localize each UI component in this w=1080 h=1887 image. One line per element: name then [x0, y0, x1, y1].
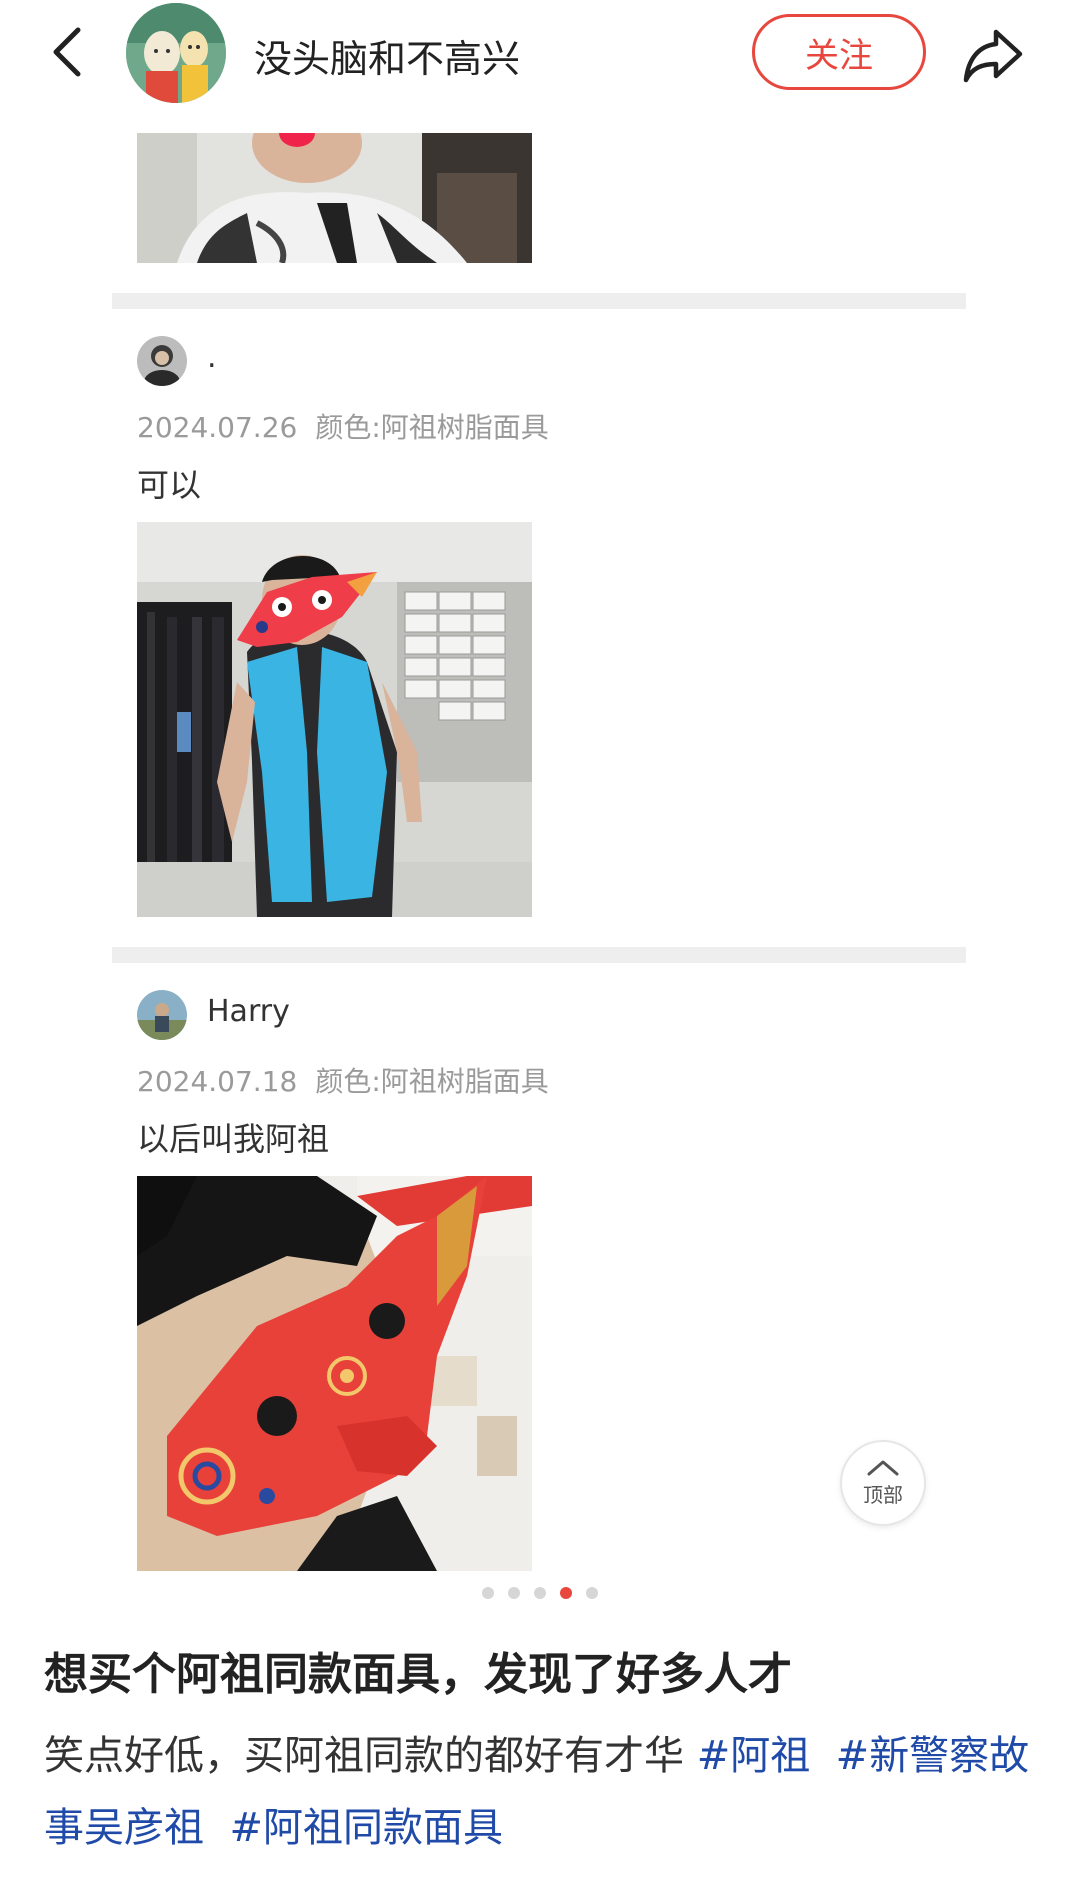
review-meta: 2024.07.26 颜色:阿祖树脂面具 [137, 406, 549, 446]
review-spec: 颜色:阿祖树脂面具 [315, 411, 549, 444]
review-divider [112, 947, 966, 963]
review-text: 可以 [137, 466, 202, 504]
carousel-dot-active[interactable] [560, 1587, 572, 1599]
author-name[interactable]: 没头脑和不高兴 [254, 28, 520, 83]
back-to-top-label: 顶部 [863, 1482, 903, 1507]
chevron-up-icon [867, 1460, 899, 1475]
review-meta: 2024.07.18 颜色:阿祖树脂面具 [137, 1060, 549, 1100]
top-bar: 没头脑和不高兴 关注 [0, 0, 1080, 110]
share-icon[interactable] [958, 20, 1028, 90]
review-date: 2024.07.26 [137, 411, 298, 444]
post-body-text: 笑点好低，买阿祖同款的都好有才华 [44, 1733, 684, 1779]
image-carousel[interactable]: . 2024.07.26 颜色:阿祖树脂面具 可以 Harry 2024.07.… [0, 110, 1080, 1600]
carousel-dot[interactable] [586, 1587, 598, 1599]
review-divider [112, 293, 966, 309]
reviewer-name: Harry [207, 994, 290, 1029]
review-spec: 颜色:阿祖树脂面具 [315, 1065, 549, 1098]
carousel-dot[interactable] [508, 1587, 520, 1599]
review-text: 以后叫我阿祖 [137, 1120, 330, 1158]
review-photo-1[interactable] [137, 133, 532, 263]
hashtag[interactable]: #阿祖同款面具 [229, 1805, 503, 1851]
review-photo-2[interactable] [137, 522, 532, 917]
follow-button[interactable]: 关注 [752, 14, 926, 90]
reviewer-avatar[interactable] [137, 990, 187, 1040]
post-title: 想买个阿祖同款面具，发现了好多人才 [44, 1649, 792, 1700]
reviewer-name: . [207, 340, 217, 375]
review-date: 2024.07.18 [137, 1065, 298, 1098]
author-avatar[interactable] [126, 3, 226, 103]
carousel-indicator [0, 1587, 1080, 1603]
post-body: 笑点好低，买阿祖同款的都好有才华 #阿祖 #新警察故事吴彦祖 #阿祖同款面具 [44, 1720, 1044, 1864]
carousel-dot[interactable] [482, 1587, 494, 1599]
carousel-dot[interactable] [534, 1587, 546, 1599]
hashtag[interactable]: #阿祖 [697, 1733, 811, 1779]
back-to-top-button[interactable]: 顶部 [840, 1440, 926, 1526]
reviewer-avatar[interactable] [137, 336, 187, 386]
review-photo-3[interactable] [137, 1176, 532, 1571]
chevron-left-icon[interactable] [40, 22, 100, 82]
